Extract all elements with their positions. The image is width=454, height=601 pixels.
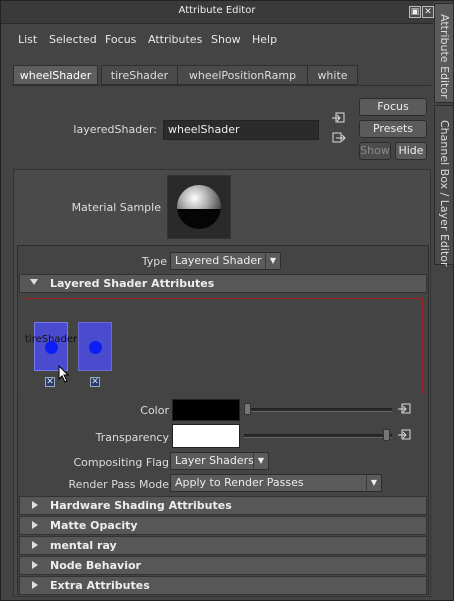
section-label: Layered Shader Attributes: [50, 277, 215, 290]
menu-show[interactable]: Show: [211, 33, 241, 46]
side-tab-label: Channel Box / Layer Editor: [438, 120, 451, 267]
tab-tireshader[interactable]: tireShader: [101, 65, 178, 85]
output-connection-icon[interactable]: [332, 132, 346, 144]
compositing-flag-label: Compositing Flag: [73, 456, 169, 469]
section-label: Extra Attributes: [50, 579, 150, 592]
render-pass-mode-value: Apply to Render Passes: [175, 476, 304, 489]
chevron-down-icon: ▼: [253, 453, 268, 469]
collapsed-arrow-icon: [32, 521, 38, 529]
tab-wheelpositionramp[interactable]: wheelPositionRamp: [177, 65, 308, 85]
menu-attributes[interactable]: Attributes: [148, 33, 202, 46]
type-dropdown[interactable]: Layered Shader ▼: [170, 252, 281, 270]
type-label: Type: [141, 255, 167, 268]
render-pass-mode-dropdown[interactable]: Apply to Render Passes ▼: [170, 474, 382, 492]
hide-button[interactable]: Hide: [395, 142, 427, 160]
compositing-flag-dropdown[interactable]: Layer Shaders ▼: [170, 452, 269, 470]
layer-dot: [89, 341, 102, 354]
chevron-down-icon: ▼: [366, 475, 381, 491]
material-sample-label: Material Sample: [71, 201, 161, 214]
presets-button[interactable]: Presets: [359, 120, 427, 138]
expanded-arrow-icon: [30, 279, 38, 285]
section-matte-opacity[interactable]: Matte Opacity: [19, 516, 427, 535]
section-label: mental ray: [50, 539, 117, 552]
chevron-down-icon: ▼: [265, 253, 280, 269]
title-bar: Attribute Editor ▣ ✕: [1, 1, 434, 24]
material-sample-swatch: [167, 175, 231, 239]
node-name-field[interactable]: wheelShader: [163, 120, 319, 140]
transparency-label: Transparency: [95, 431, 169, 444]
menu-focus[interactable]: Focus: [105, 33, 136, 46]
section-hardware-shading-attributes[interactable]: Hardware Shading Attributes: [19, 496, 427, 515]
attribute-editor-window: Attribute Editor ▣ ✕ List Selected Focus…: [0, 0, 454, 601]
color-swatch[interactable]: [172, 399, 240, 421]
restore-icon[interactable]: ▣: [409, 6, 421, 18]
focus-button[interactable]: Focus: [359, 98, 427, 116]
section-label: Matte Opacity: [50, 519, 138, 532]
close-icon[interactable]: ✕: [422, 6, 434, 18]
collapsed-arrow-icon: [32, 581, 38, 589]
transparency-slider-handle[interactable]: [383, 429, 390, 441]
window-title: Attribute Editor: [178, 5, 256, 16]
transparency-swatch[interactable]: [172, 424, 240, 448]
layer-swatch-tireshader[interactable]: [34, 322, 68, 371]
section-mental-ray[interactable]: mental ray: [19, 536, 427, 555]
tab-wheelshader[interactable]: wheelShader: [13, 65, 98, 85]
collapsed-arrow-icon: [32, 501, 38, 509]
menu-help[interactable]: Help: [252, 33, 277, 46]
color-slider[interactable]: [244, 408, 392, 412]
color-slider-handle[interactable]: [244, 403, 251, 415]
section-node-behavior[interactable]: Node Behavior: [19, 556, 427, 575]
map-color-icon[interactable]: [398, 403, 412, 415]
node-name-label: layeredShader:: [73, 123, 157, 136]
layer-name-label: tireShader: [25, 334, 78, 345]
transparency-slider[interactable]: [244, 434, 392, 438]
map-transparency-icon[interactable]: [398, 429, 412, 441]
section-label: Hardware Shading Attributes: [50, 499, 232, 512]
menu-selected[interactable]: Selected: [49, 33, 97, 46]
layer-swatch[interactable]: [78, 322, 112, 371]
section-layered-shader-attributes[interactable]: Layered Shader Attributes: [19, 274, 427, 293]
type-value: Layered Shader: [175, 254, 262, 267]
remove-layer-icon[interactable]: ✕: [90, 377, 100, 387]
compositing-flag-value: Layer Shaders: [175, 454, 254, 467]
section-label: Node Behavior: [50, 559, 141, 572]
mouse-cursor-icon: [58, 365, 70, 383]
menu-list[interactable]: List: [18, 33, 37, 46]
color-label: Color: [140, 404, 169, 417]
tab-white[interactable]: white: [307, 65, 358, 85]
sphere-preview-icon: [177, 185, 221, 229]
section-extra-attributes[interactable]: Extra Attributes: [19, 576, 427, 595]
tab-divider: [11, 85, 431, 86]
remove-layer-icon[interactable]: ✕: [45, 377, 55, 387]
input-connection-icon[interactable]: [332, 112, 346, 124]
collapsed-arrow-icon: [32, 541, 38, 549]
render-pass-mode-label: Render Pass Mode: [68, 478, 169, 491]
show-button[interactable]: Show: [359, 142, 391, 160]
side-tab-label: Attribute Editor: [438, 14, 451, 99]
menu-bar: List Selected Focus Attributes Show Help: [1, 29, 433, 51]
side-tab-channel-box[interactable]: Channel Box / Layer Editor: [434, 105, 454, 267]
collapsed-arrow-icon: [32, 561, 38, 569]
side-tab-attribute-editor[interactable]: Attribute Editor: [434, 3, 454, 103]
